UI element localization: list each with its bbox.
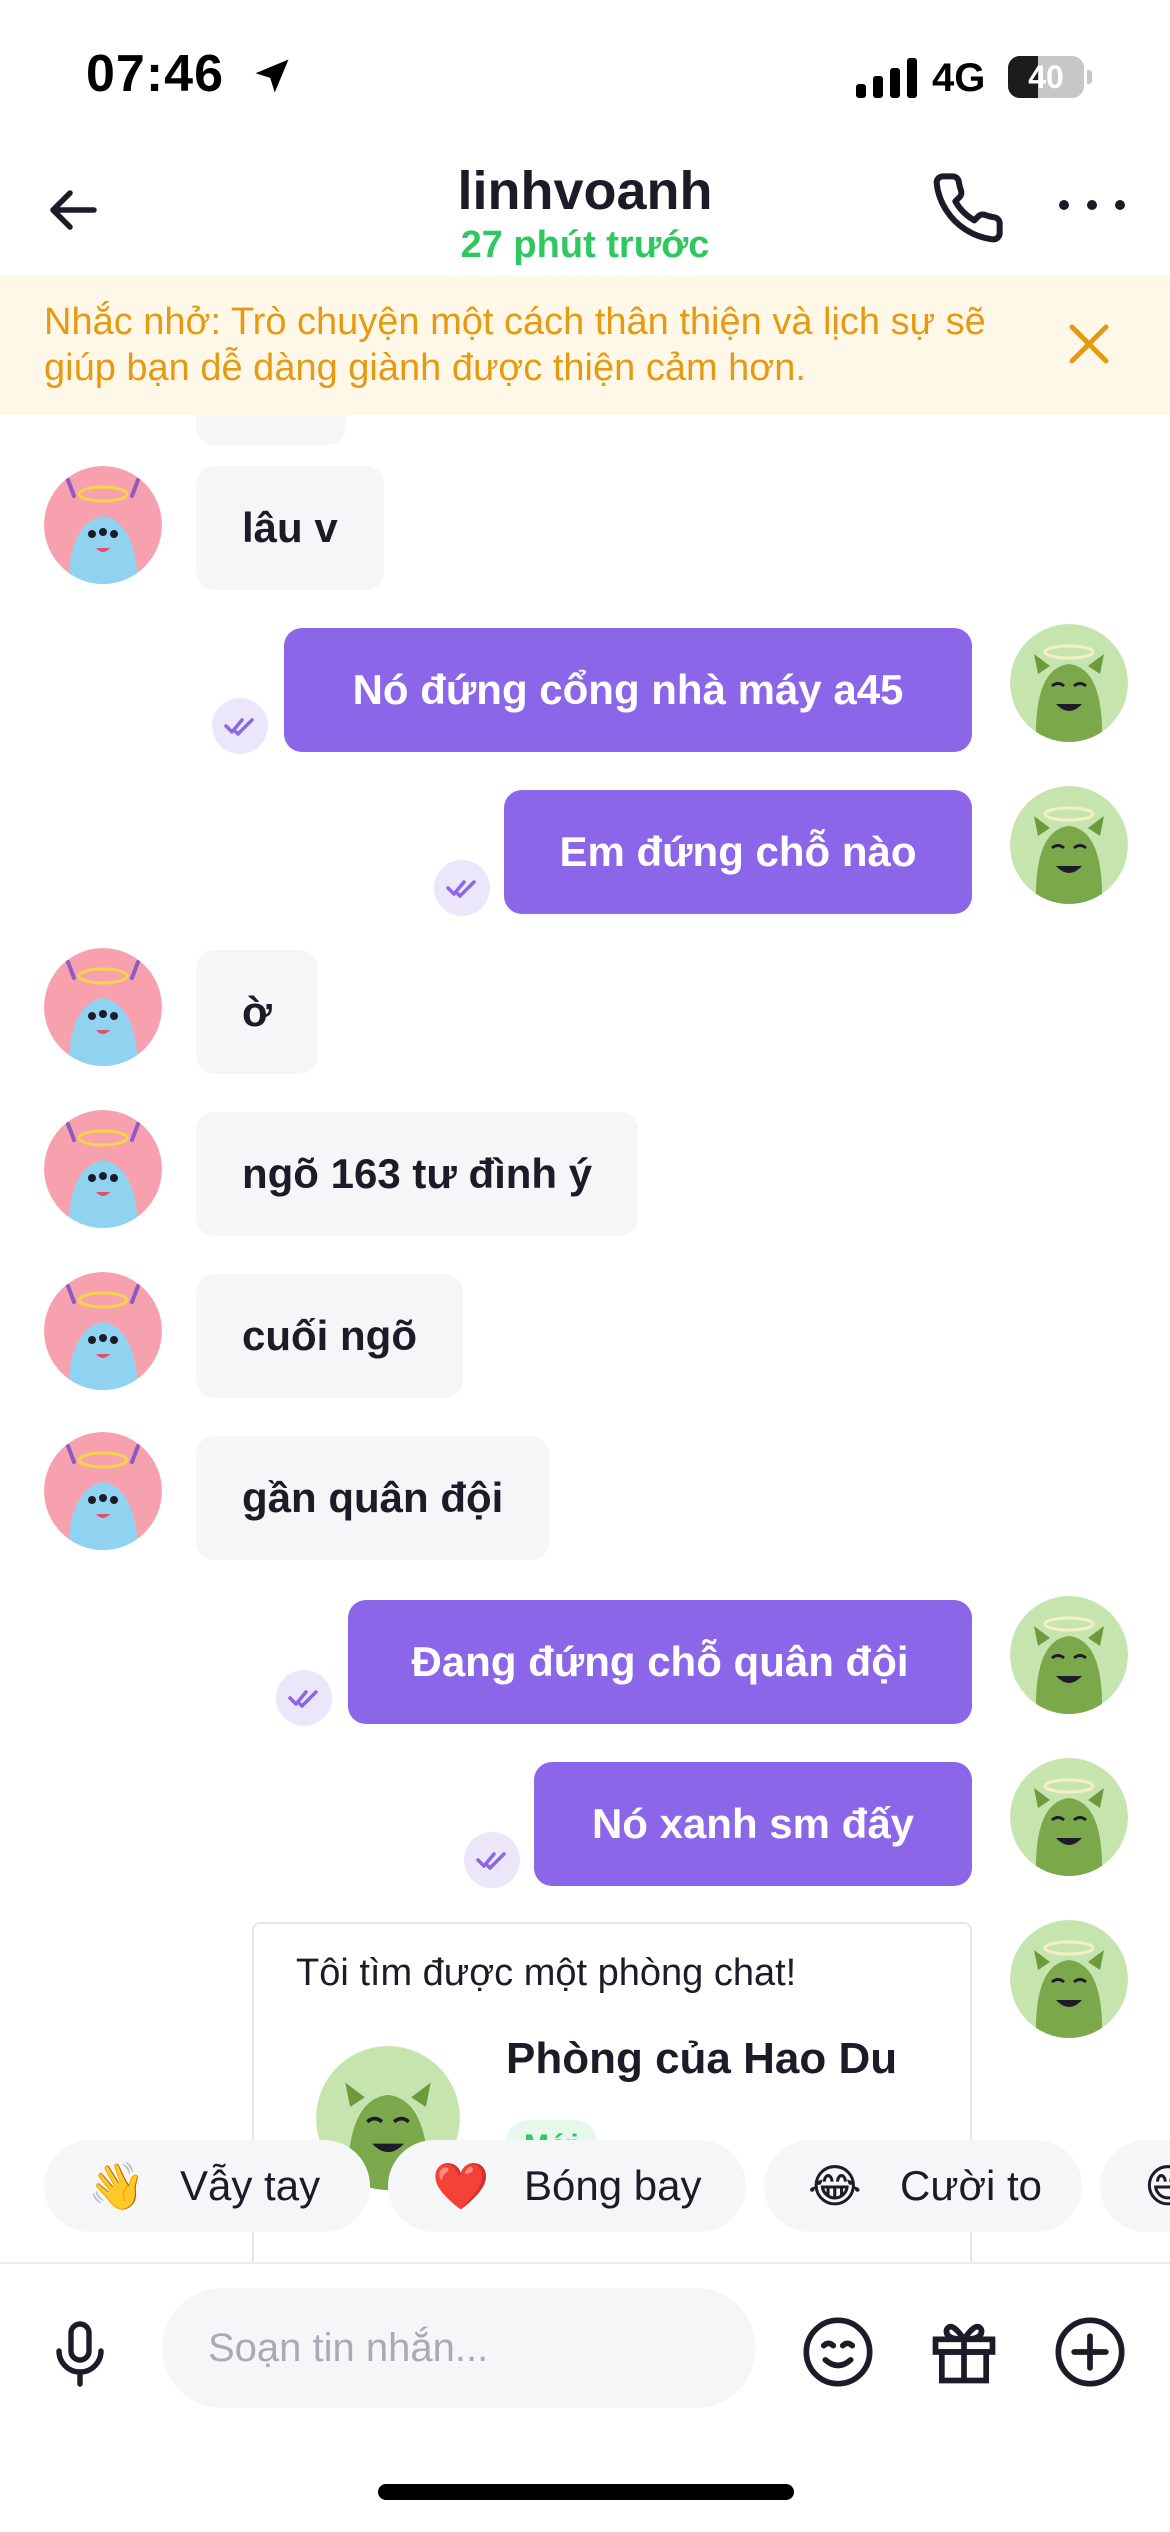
reaction-balloon-button[interactable]: ❤️ Bóng bay: [388, 2140, 746, 2232]
contact-avatar[interactable]: [44, 1272, 162, 1390]
read-receipt-icon: [212, 698, 268, 754]
contact-avatar[interactable]: [44, 1110, 162, 1228]
green-monster-avatar-icon: [1010, 624, 1128, 742]
my-avatar[interactable]: [1010, 786, 1128, 904]
message-bubble-outgoing[interactable]: Em đứng chỗ nào: [504, 790, 972, 914]
read-receipt-icon: [464, 1832, 520, 1888]
chat-header: linhvoanh 27 phút trước: [0, 150, 1170, 275]
message-bubble-incoming[interactable]: cuối ngõ: [196, 1274, 463, 1398]
monster-avatar-icon: [44, 948, 162, 1066]
message-input[interactable]: [162, 2288, 756, 2408]
green-monster-avatar-icon: [1010, 1920, 1128, 2038]
plus-circle-icon[interactable]: [1052, 2314, 1128, 2390]
battery-percent: 40: [1028, 59, 1064, 95]
battery-icon: 40: [1008, 56, 1092, 98]
monster-avatar-icon: [44, 466, 162, 584]
monster-avatar-icon: [44, 1110, 162, 1228]
contact-avatar[interactable]: [44, 948, 162, 1066]
room-card-title: Phòng của Hao Du: [506, 2034, 898, 2083]
reminder-text: Nhắc nhở: Trò chuyện một cách thân thiện…: [44, 301, 986, 389]
message-bubble-incoming[interactable]: ngõ 163 tư đình ý: [196, 1112, 639, 1236]
smile-emoji-icon: 😄: [1144, 2160, 1170, 2212]
close-icon[interactable]: [1066, 321, 1112, 367]
location-arrow-icon: [255, 59, 289, 93]
network-type: 4G: [932, 56, 986, 100]
reaction-label: Bóng bay: [524, 2162, 702, 2209]
message-bubble-incoming[interactable]: lâu v: [196, 466, 384, 590]
green-monster-avatar-icon: [1010, 1758, 1128, 1876]
phone-icon[interactable]: [930, 170, 1006, 246]
my-avatar[interactable]: [1010, 1920, 1128, 2038]
my-avatar[interactable]: [1010, 1596, 1128, 1714]
reaction-laugh-button[interactable]: 😂 Cười to: [764, 2140, 1082, 2232]
wave-emoji-icon: 👋: [88, 2160, 146, 2212]
quick-reactions-bar: 👋 Vẫy tay ❤️ Bóng bay 😂 Cười to 😄: [0, 2130, 1170, 2240]
message-bubble-outgoing[interactable]: Đang đứng chỗ quân đội: [348, 1600, 972, 1724]
read-receipt-icon: [434, 860, 490, 916]
emoji-icon[interactable]: [800, 2314, 876, 2390]
room-card-heading: Tôi tìm được một phòng chat!: [296, 1952, 797, 1994]
message-bubble-incoming[interactable]: ờ: [196, 950, 318, 1074]
laugh-emoji-icon: 😂: [808, 2160, 862, 2212]
home-indicator[interactable]: [378, 2484, 794, 2500]
reaction-wave-button[interactable]: 👋 Vẫy tay: [44, 2140, 370, 2232]
status-bar: 07:46 4G 40: [0, 0, 1170, 150]
monster-avatar-icon: [44, 1432, 162, 1550]
message-bubble-partial: [196, 415, 346, 445]
green-monster-avatar-icon: [1010, 786, 1128, 904]
reaction-label: Vẫy tay: [180, 2162, 321, 2209]
more-dots-icon[interactable]: [1056, 190, 1128, 220]
reminder-banner: Nhắc nhở: Trò chuyện một cách thân thiện…: [0, 275, 1170, 415]
message-bubble-outgoing[interactable]: Nó xanh sm đấy: [534, 1762, 972, 1886]
status-time: 07:46: [86, 45, 224, 103]
composer-bar: [0, 2262, 1170, 2442]
microphone-icon[interactable]: [44, 2318, 116, 2390]
reaction-more-button[interactable]: 😄: [1100, 2140, 1170, 2232]
monster-avatar-icon: [44, 1272, 162, 1390]
contact-avatar[interactable]: [44, 466, 162, 584]
contact-avatar[interactable]: [44, 1432, 162, 1550]
my-avatar[interactable]: [1010, 1758, 1128, 1876]
heart-emoji-icon: ❤️: [432, 2160, 490, 2212]
cellular-signal-icon: [856, 58, 917, 98]
message-bubble-outgoing[interactable]: Nó đứng cổng nhà máy a45: [284, 628, 972, 752]
message-bubble-incoming[interactable]: gần quân đội: [196, 1436, 550, 1560]
reaction-label: Cười to: [900, 2162, 1043, 2209]
my-avatar[interactable]: [1010, 624, 1128, 742]
gift-icon[interactable]: [926, 2314, 1002, 2390]
read-receipt-icon: [276, 1670, 332, 1726]
green-monster-avatar-icon: [1010, 1596, 1128, 1714]
